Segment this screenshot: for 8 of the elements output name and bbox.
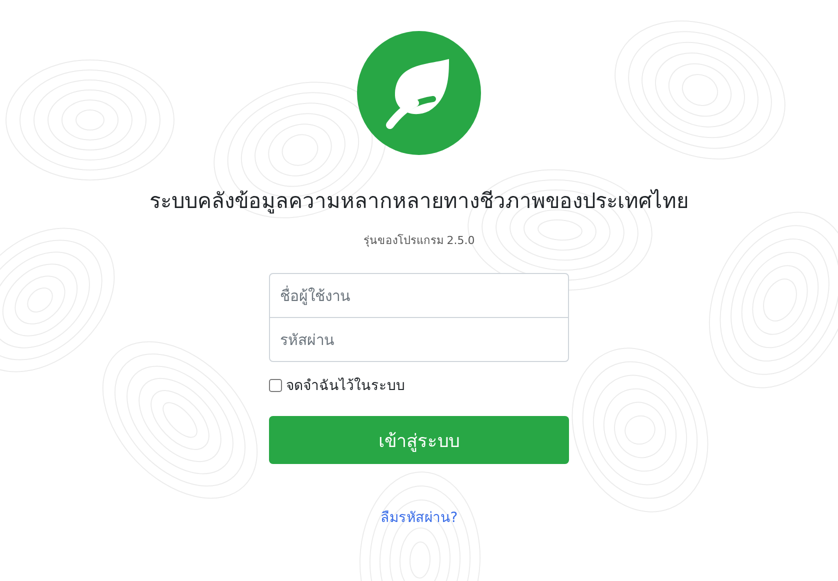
remember-checkbox[interactable]: [269, 378, 282, 392]
app-title: ระบบคลังข้อมูลความหลากหลายทางชีวภาพของประเทศไทย: [150, 188, 688, 216]
username-field[interactable]: ชื่อผู้ใช้งาน: [269, 273, 569, 318]
version-text: รุ่นของโปรแกรม 2.5.0: [363, 233, 475, 249]
password-field[interactable]: รหัสผ่าน: [269, 317, 569, 362]
remember-label: จดจำฉันไว้ในระบบ: [286, 376, 405, 396]
login-button[interactable]: เข้าสู่ระบบ: [269, 416, 569, 464]
leaf-logo-icon: [357, 31, 481, 155]
